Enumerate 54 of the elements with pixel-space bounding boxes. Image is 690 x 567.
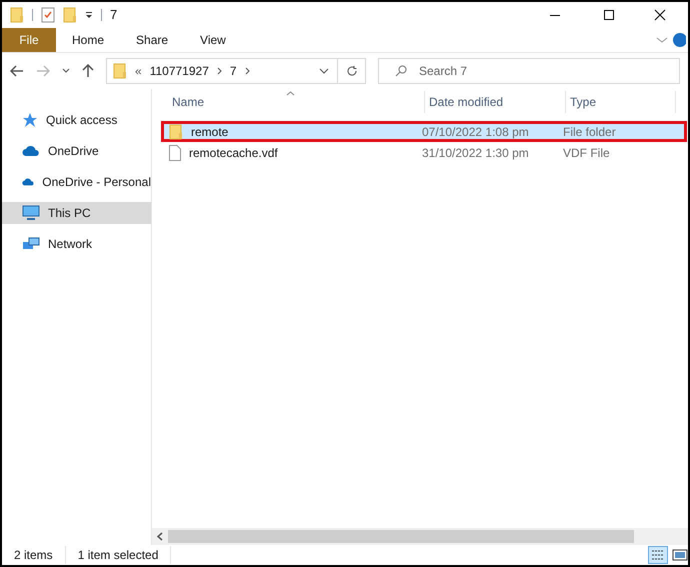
dropdown-icon[interactable] [319,68,329,74]
close-icon [654,9,666,21]
breadcrumb[interactable]: 7 [230,62,237,80]
horizontal-scrollbar[interactable] [152,528,688,545]
thumbnail-view-icon[interactable] [672,548,688,562]
folder-icon [169,124,183,140]
file-row[interactable]: remote 07/10/2022 1:08 pm File folder [161,121,687,142]
type-cell-text: File folder [563,124,616,140]
item-count: 2 items [2,546,66,564]
refresh-icon [346,65,358,77]
star-icon [22,112,38,128]
file-name: remote [191,124,228,140]
cloud-icon [22,176,34,188]
details-view-icon[interactable] [648,546,668,564]
window-title: 7 [110,6,118,24]
date-cell-text: 31/10/2022 1:30 pm [422,144,530,162]
column-header[interactable]: Name [172,93,204,111]
dropdown-icon[interactable] [85,11,93,19]
chevron-icon[interactable] [62,68,70,74]
column-header[interactable]: Type [570,93,596,111]
new-folder-icon [63,7,77,23]
sidebar-item[interactable]: Network [2,233,151,255]
properties-icon[interactable] [41,7,55,23]
sidebar-item[interactable]: OneDrive [2,140,151,162]
network-icon [22,236,40,252]
search-field[interactable]: Search 7 [419,62,663,80]
sidebar-item[interactable]: OneDrive - Personal [2,171,151,193]
date-cell-text: 07/10/2022 1:08 pm [422,124,530,140]
monitor-icon [22,205,40,221]
sidebar-item[interactable]: This PC [2,202,151,224]
refresh-button[interactable] [338,58,366,84]
ribbon-tab[interactable]: Share [120,28,184,52]
ribbon-tab[interactable]: View [184,28,242,52]
column-header[interactable]: Date modified [429,93,504,111]
file-icon [169,144,181,160]
folder-icon [113,63,127,79]
ribbon-tab[interactable]: File [2,28,56,52]
up-arrow-icon[interactable] [82,64,94,78]
address-bar[interactable]: « 110771927 7 [106,58,338,84]
folder-icon [10,7,24,23]
breadcrumb[interactable]: 110771927 [150,62,209,80]
file-name: remotecache.vdf [189,144,278,162]
chevron-icon[interactable] [244,67,250,75]
sidebar-item[interactable]: Quick access [2,109,151,131]
search-icon [395,65,407,77]
file-row[interactable]: remotecache.vdf 31/10/2022 1:30 pm VDF File [161,142,687,163]
back-arrow-icon[interactable] [10,65,24,77]
address-overflow[interactable]: « [135,62,142,80]
type-cell-text: VDF File [563,144,610,162]
ribbon-tab[interactable]: Home [56,28,120,52]
chevron-icon[interactable] [216,67,222,75]
cloud-icon [22,145,40,157]
search-bar[interactable]: Search 7 [378,58,680,84]
selection-count: 1 item selected [66,546,172,564]
